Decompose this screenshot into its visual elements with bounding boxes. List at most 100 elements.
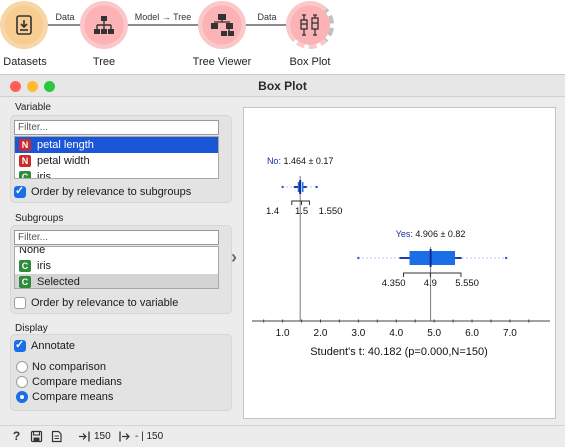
help-icon[interactable]: ? — [10, 430, 23, 443]
list-item[interactable]: N petal length — [15, 137, 218, 153]
list-item[interactable]: C Selected — [15, 274, 218, 288]
order-by-relevance-variable-checkbox[interactable]: Order by relevance to variable — [14, 296, 219, 310]
data-output-count: - | 150 — [135, 431, 164, 442]
link-label-data: Data — [55, 12, 75, 22]
checkbox-label: Order by relevance to variable — [31, 297, 179, 309]
categorical-variable-icon: C — [19, 171, 31, 178]
group-annotation: Yes: 4.906 ± 0.82 — [396, 229, 466, 239]
subgroups-filter-input[interactable] — [14, 230, 219, 245]
subgroups-list[interactable]: None C iris C Selected — [14, 246, 219, 289]
checkbox-label: Order by relevance to subgroups — [31, 186, 192, 198]
whisker-end — [504, 256, 508, 260]
categorical-variable-icon: C — [19, 260, 31, 272]
display-section-label: Display — [15, 323, 48, 334]
tree-node[interactable] — [80, 1, 128, 49]
quartile-label: 4.350 — [382, 278, 406, 289]
group-name: Yes: — [396, 229, 416, 239]
workflow-link[interactable] — [243, 24, 289, 26]
node-label-tree-viewer: Tree Viewer — [192, 56, 252, 68]
data-input-count: 150 — [94, 431, 111, 442]
tree-viewer-icon — [211, 14, 234, 36]
list-item-label: None — [19, 246, 46, 256]
radio-unchecked-icon[interactable] — [16, 361, 28, 373]
box — [409, 251, 455, 265]
radio-label: Compare means — [32, 391, 114, 403]
quartile-label: 5.550 — [455, 278, 479, 289]
box-plot-node[interactable] — [286, 1, 334, 49]
no-comparison-radio[interactable]: No comparison — [16, 360, 136, 374]
list-item-label: Selected — [37, 276, 80, 288]
list-item[interactable]: C iris — [15, 258, 218, 274]
checkbox-label: Annotate — [31, 340, 76, 352]
order-by-relevance-subgroups-checkbox[interactable]: Order by relevance to subgroups — [14, 184, 219, 199]
list-item-label: iris — [37, 260, 52, 272]
box-plot-chart[interactable]: No: 1.464 ± 0.17 1.4 1.5 1.550 Yes: 4.906 ± … — [244, 108, 555, 418]
box-plot-icon — [300, 14, 319, 36]
x-axis-tick-label: 4.0 — [389, 328, 403, 339]
checkbox-checked-icon[interactable] — [14, 184, 26, 198]
subgroups-section-label: Subgroups — [15, 213, 64, 224]
radio-label: No comparison — [32, 361, 106, 373]
window-title: Box Plot — [258, 79, 307, 93]
datasets-icon — [16, 15, 32, 35]
box-plot-area[interactable]: No: 1.464 ± 0.17 1.4 1.5 1.550 Yes: 4.906 ± … — [243, 107, 556, 419]
compare-means-radio[interactable]: Compare means — [16, 390, 136, 404]
workflow-canvas[interactable]: Data Model → Tree Data Datasets Tree Tre… — [0, 0, 565, 76]
data-input-icon — [79, 431, 90, 442]
whisker-end — [357, 256, 360, 260]
list-item-label: petal length — [37, 139, 94, 151]
mean-label: 4.906 ± 0.82 — [415, 229, 465, 239]
numeric-variable-icon: N — [19, 139, 31, 151]
box-plot-window: Box Plot Variable N petal length N petal… — [0, 74, 565, 447]
x-axis-tick-label: 5.0 — [427, 328, 441, 339]
x-axis-tick-label: 3.0 — [351, 328, 365, 339]
datasets-node[interactable] — [0, 1, 48, 49]
mean-label: 1.464 ± 0.17 — [283, 156, 333, 166]
variable-section-label: Variable — [15, 102, 51, 113]
x-axis-tick-label: 1.0 — [276, 328, 290, 339]
workflow-link[interactable] — [44, 24, 82, 26]
quartile-label: 4.9 — [424, 278, 437, 289]
data-output-icon — [119, 431, 130, 442]
link-label-model-tree: Model → Tree — [134, 12, 192, 22]
x-axis-tick-label: 2.0 — [314, 328, 328, 339]
node-label-box-plot: Box Plot — [289, 56, 331, 68]
status-bar: ? 150 - | 150 — [0, 425, 565, 447]
quartile-label: 1.4 — [266, 206, 279, 217]
list-item[interactable]: N petal width — [15, 153, 218, 169]
group-name: No: — [267, 156, 284, 166]
numeric-variable-icon: N — [19, 155, 31, 167]
annotate-checkbox[interactable]: Annotate — [14, 338, 134, 353]
test-statistic-label: Student's t: 40.182 (p=0.000,N=150) — [310, 346, 488, 358]
list-item-label: petal width — [37, 155, 90, 167]
list-item-label: iris — [37, 171, 52, 179]
node-label-tree: Tree — [92, 56, 116, 68]
window-titlebar[interactable]: Box Plot — [0, 75, 565, 97]
link-label-data: Data — [257, 12, 277, 22]
radio-unchecked-icon[interactable] — [16, 376, 28, 388]
checkbox-checked-icon[interactable] — [14, 338, 26, 352]
quartile-label: 1.550 — [319, 206, 343, 217]
radio-checked-icon[interactable] — [16, 391, 28, 403]
x-axis-tick-label: 7.0 — [503, 328, 517, 339]
x-axis-tick-label: 6.0 — [465, 328, 479, 339]
compare-medians-radio[interactable]: Compare medians — [16, 375, 136, 389]
group-annotation: No: 1.464 ± 0.17 — [267, 156, 334, 166]
tree-viewer-node[interactable] — [198, 1, 246, 49]
workflow-link[interactable] — [124, 24, 201, 26]
collapse-panel-arrow-icon[interactable]: › — [231, 247, 237, 268]
categorical-variable-icon: C — [19, 276, 31, 288]
save-icon[interactable] — [30, 430, 43, 443]
quartile-label: 1.5 — [295, 206, 308, 217]
report-icon[interactable] — [50, 430, 63, 443]
list-item[interactable]: C iris — [15, 169, 218, 179]
list-item[interactable]: None — [15, 247, 218, 258]
whisker-end — [281, 185, 284, 189]
radio-label: Compare medians — [32, 376, 122, 388]
variable-filter-input[interactable] — [14, 120, 219, 135]
whisker-end — [315, 185, 318, 189]
variable-list[interactable]: N petal length N petal width C iris — [14, 136, 219, 179]
checkbox-unchecked-icon[interactable] — [14, 297, 26, 309]
tree-icon — [94, 16, 114, 34]
quartile-bracket — [403, 272, 462, 277]
